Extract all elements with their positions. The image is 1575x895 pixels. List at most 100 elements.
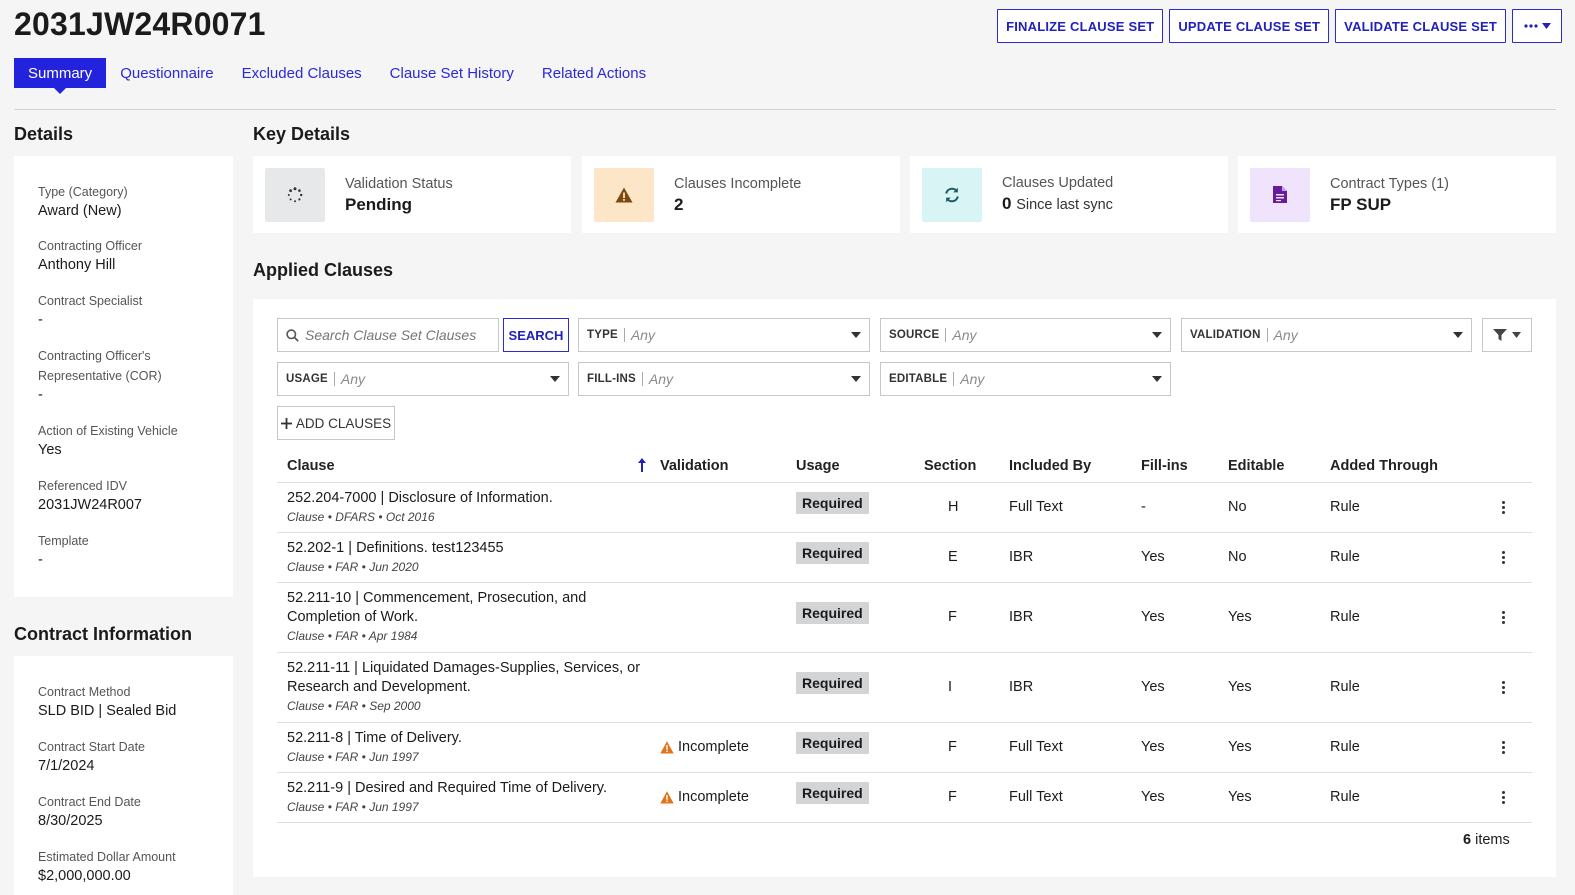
sort-ascending-icon[interactable] [637,458,647,472]
clause-meta: Clause • FAR • Jun 1997 [287,800,419,814]
row-actions-icon[interactable] [1500,501,1506,514]
fill-ins-filter-label: FILL-INS [587,372,643,386]
table-row[interactable]: 52.211-11 | Liquidated Damages-Supplies,… [277,652,1532,722]
caret-down-icon [1512,332,1521,338]
field-contracting-officer: Contracting Officer Anthony Hill [38,239,142,273]
field-cor: Contracting Officer's Representative (CO… [38,349,162,403]
usage-filter-value: Any [340,371,366,387]
added-through-cell: Rule [1330,679,1360,695]
details-heading: Details [14,124,74,144]
tab-excluded-clauses[interactable]: Excluded Clauses [242,58,362,88]
editable-filter[interactable]: EDITABLE Any [880,362,1171,396]
contract-info-card: Contract Method SLD BID | Sealed Bid Con… [14,656,233,895]
column-header-fill-ins[interactable]: Fill-ins [1141,458,1188,474]
row-actions-icon[interactable] [1500,681,1506,694]
refresh-icon [922,167,982,222]
clause-title[interactable]: 52.202-1 | Definitions. test123455 [287,539,504,558]
clause-title[interactable]: 52.211-9 | Desired and Required Time of … [287,779,607,798]
table-row[interactable]: 252.204-7000 | Disclosure of Information… [277,482,1532,532]
editable-cell: Yes [1228,739,1252,755]
section-cell: I [948,679,953,695]
clause-title[interactable]: 252.204-7000 | Disclosure of Information… [287,489,553,508]
type-filter-value: Any [630,327,655,343]
tab-clause-set-history[interactable]: Clause Set History [390,58,514,88]
table-row[interactable]: 52.211-10 | Commencement, Prosecution, a… [277,582,1532,652]
more-horizontal-icon [1523,24,1538,28]
caret-down-icon [851,332,861,338]
row-actions-icon[interactable] [1500,741,1506,754]
source-filter[interactable]: SOURCE Any [880,318,1171,352]
more-actions-button[interactable] [1512,9,1562,43]
warning-icon [660,790,674,803]
section-cell: F [948,789,957,805]
tab-questionnaire[interactable]: Questionnaire [120,58,213,88]
validation-status: Incomplete [660,789,749,805]
column-header-editable[interactable]: Editable [1228,458,1284,474]
usage-badge: Required [796,732,869,754]
clause-title-continued[interactable]: Research and Development. [287,678,640,697]
search-input[interactable] [305,327,485,343]
editable-cell: Yes [1228,789,1252,805]
update-clause-set-button[interactable]: UPDATE CLAUSE SET [1169,9,1330,43]
advanced-filter-button[interactable] [1482,318,1532,352]
add-clauses-button[interactable]: ADD CLAUSES [277,406,395,440]
table-row[interactable]: 52.202-1 | Definitions. test123455 Claus… [277,532,1532,582]
field-type-category: Type (Category) Award (New) [38,185,128,219]
usage-badge: Required [796,542,869,564]
clause-title[interactable]: 52.211-11 | Liquidated Damages-Supplies,… [287,659,640,678]
plus-icon [280,417,292,429]
editable-filter-value: Any [960,371,985,387]
finalize-clause-set-button[interactable]: FINALIZE CLAUSE SET [997,9,1164,43]
validation-filter[interactable]: VALIDATION Any [1181,318,1472,352]
caret-down-icon [1453,332,1463,338]
validation-filter-value: Any [1273,327,1298,343]
caret-down-icon [1152,332,1162,338]
field-contract-specialist: Contract Specialist - [38,294,143,328]
editable-cell: No [1228,549,1247,565]
table-row[interactable]: 52.211-8 | Time of Delivery. Clause • FA… [277,722,1532,772]
included-by-cell: IBR [1009,609,1034,625]
column-header-validation[interactable]: Validation [660,458,729,474]
column-header-clause[interactable]: Clause [287,458,335,474]
added-through-cell: Rule [1330,549,1360,565]
section-cell: F [948,609,957,625]
search-icon [286,328,299,342]
column-header-usage[interactable]: Usage [796,458,840,474]
key-details-heading: Key Details [253,124,351,144]
tab-related-actions[interactable]: Related Actions [542,58,646,88]
clause-title[interactable]: 52.211-8 | Time of Delivery. [287,729,462,748]
fill-ins-cell: Yes [1141,609,1165,625]
details-card: Type (Category) Award (New) Contracting … [14,156,233,597]
clause-title-continued[interactable]: Completion of Work. [287,608,586,627]
tab-summary[interactable]: Summary [14,58,107,94]
clauses-updated-label: Clauses Updated [1002,175,1114,191]
section-cell: F [948,739,957,755]
usage-filter[interactable]: USAGE Any [277,362,569,396]
table-row[interactable]: 52.211-9 | Desired and Required Time of … [277,772,1532,823]
search-button[interactable]: SEARCH [503,318,569,352]
warning-icon [660,740,674,753]
included-by-cell: IBR [1009,679,1034,695]
validation-filter-label: VALIDATION [1190,328,1268,342]
usage-badge: Required [796,492,869,514]
header-actions: FINALIZE CLAUSE SET UPDATE CLAUSE SET VA… [997,9,1562,43]
fill-ins-cell: Yes [1141,789,1165,805]
column-header-added-through[interactable]: Added Through [1330,458,1438,474]
document-icon [1250,167,1310,222]
type-filter[interactable]: TYPE Any [578,318,870,352]
field-referenced-idv: Referenced IDV 2031JW24R007 [38,479,142,513]
fill-ins-filter[interactable]: FILL-INS Any [578,362,870,396]
row-actions-icon[interactable] [1500,791,1506,804]
field-contract-method: Contract Method SLD BID | Sealed Bid [38,685,177,719]
validate-clause-set-button[interactable]: VALIDATE CLAUSE SET [1335,9,1506,43]
row-actions-icon[interactable] [1500,611,1506,624]
column-header-section[interactable]: Section [924,458,976,474]
clauses-incomplete-label: Clauses Incomplete [674,175,802,192]
clause-title[interactable]: 52.211-10 | Commencement, Prosecution, a… [287,589,586,608]
row-actions-icon[interactable] [1500,551,1506,564]
editable-cell: Yes [1228,609,1252,625]
added-through-cell: Rule [1330,499,1360,515]
column-header-included-by[interactable]: Included By [1009,458,1091,474]
search-field[interactable] [277,318,499,352]
source-filter-label: SOURCE [889,328,947,342]
